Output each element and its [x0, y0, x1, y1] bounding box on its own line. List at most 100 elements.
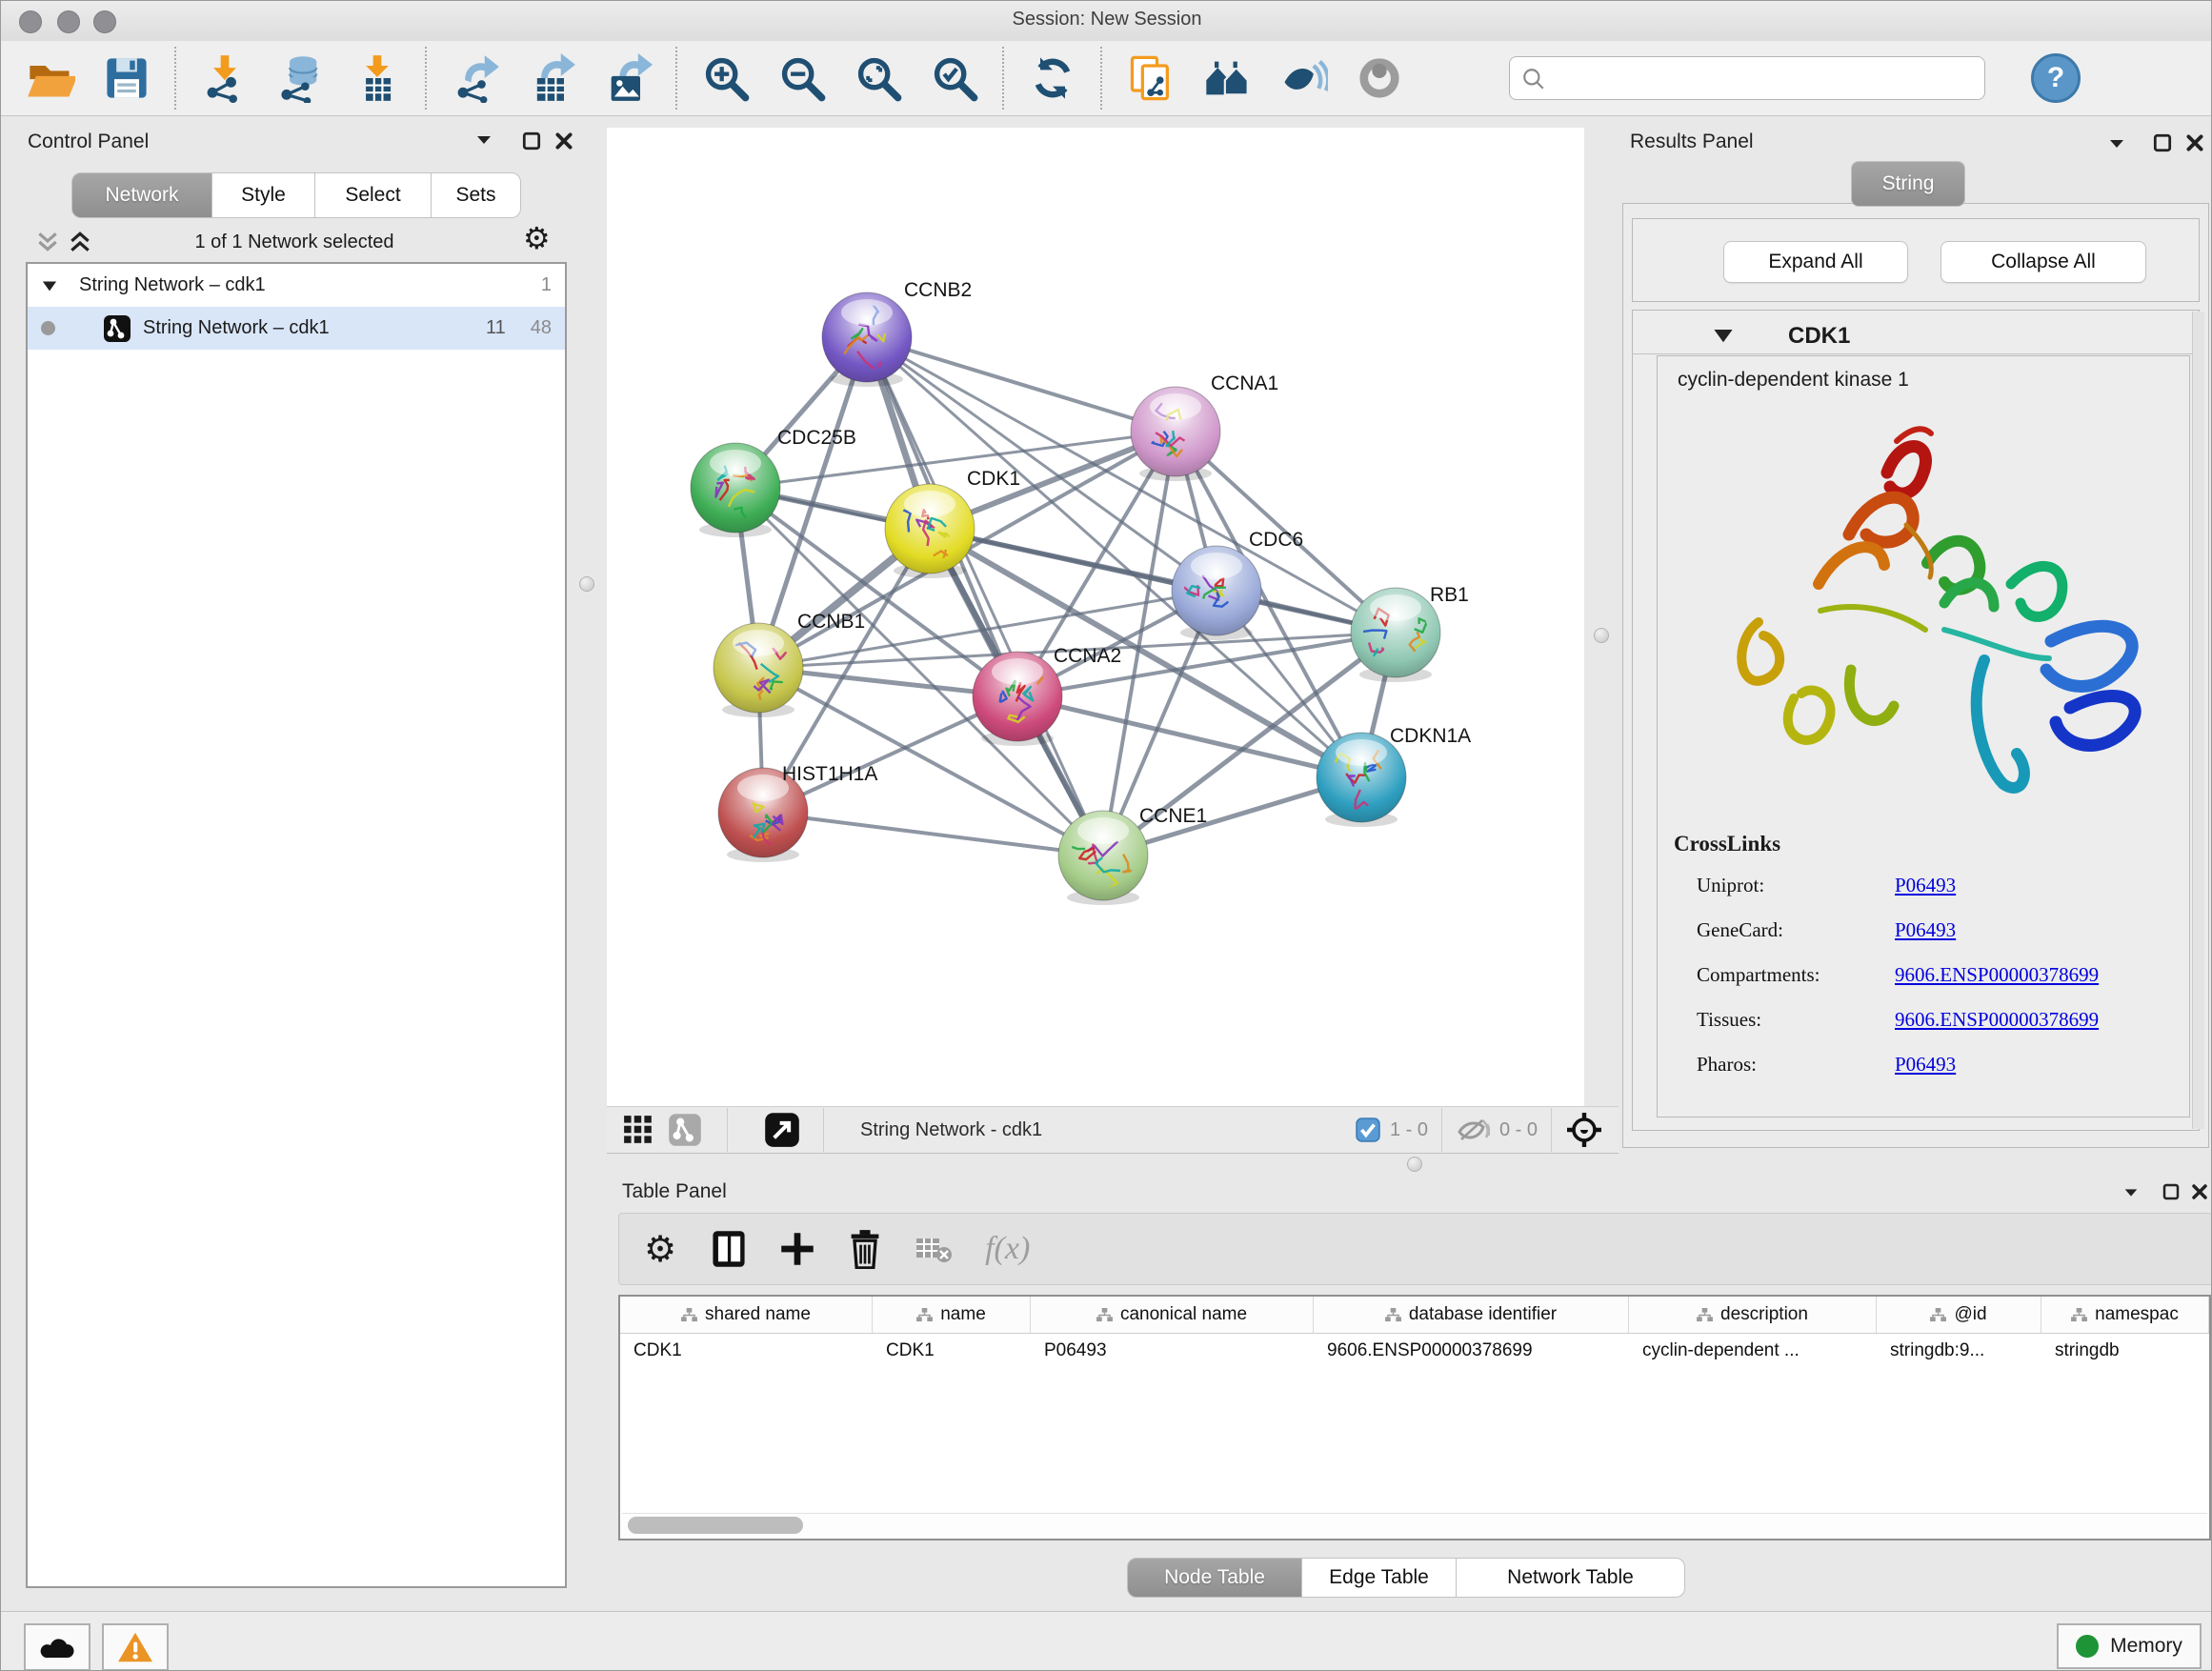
bird-eye-view-icon[interactable] — [1355, 50, 1404, 106]
collection-count: 1 — [541, 274, 552, 296]
expand-all-button[interactable]: Expand All — [1723, 241, 1908, 283]
column-header[interactable]: @id — [1877, 1297, 2041, 1333]
clone-network-icon[interactable] — [1126, 50, 1176, 106]
control-panel-float-icon[interactable] — [521, 131, 542, 156]
crosslink-value-link[interactable]: P06493 — [1895, 918, 1956, 942]
svg-text:CDK1: CDK1 — [967, 468, 1020, 490]
warnings-button[interactable] — [102, 1623, 169, 1671]
results-panel-close-icon[interactable] — [2184, 132, 2205, 158]
collapse-all-button[interactable]: Collapse All — [1941, 241, 2146, 283]
zoom-out-icon[interactable] — [777, 50, 827, 106]
table-row[interactable]: CDK1CDK1P064939606.ENSP00000378699cyclin… — [620, 1334, 2209, 1368]
table-cell[interactable]: stringdb — [2041, 1334, 2209, 1368]
results-scrollbar[interactable] — [2192, 312, 2204, 1129]
table-settings-gear-icon[interactable]: ⚙ — [644, 1228, 676, 1270]
crosslink-value-link[interactable]: 9606.ENSP00000378699 — [1895, 963, 2099, 987]
refresh-icon[interactable] — [1028, 50, 1077, 106]
column-header[interactable]: shared name — [620, 1297, 873, 1333]
hide-graphics-details-icon[interactable] — [1278, 50, 1328, 106]
network-row[interactable]: String Network – cdk1 11 48 — [28, 307, 565, 350]
table-panel-collapse-icon[interactable] — [2122, 1184, 2141, 1206]
tab-style[interactable]: Style — [212, 172, 315, 218]
protein-structure-image — [1706, 420, 2163, 820]
zoom-in-icon[interactable] — [701, 50, 751, 106]
cloud-button[interactable] — [24, 1623, 90, 1671]
selected-checkbox-icon[interactable] — [1356, 1117, 1380, 1142]
search-input[interactable] — [1552, 67, 1956, 90]
save-session-icon[interactable] — [102, 50, 151, 106]
home-networks-icon[interactable] — [1202, 50, 1252, 106]
function-builder-icon[interactable]: f(x) — [985, 1231, 1030, 1267]
table-toolbar: ⚙ f(x) — [618, 1213, 2212, 1285]
tab-network-table[interactable]: Network Table — [1457, 1558, 1685, 1598]
table-cell[interactable]: P06493 — [1031, 1334, 1314, 1368]
detach-view-icon[interactable] — [764, 1112, 800, 1148]
column-header[interactable]: name — [873, 1297, 1031, 1333]
current-network-name: String Network - cdk1 — [860, 1119, 1042, 1141]
svg-text:CCNB1: CCNB1 — [797, 611, 865, 633]
collection-expand-icon[interactable] — [41, 278, 58, 293]
tab-node-table[interactable]: Node Table — [1127, 1558, 1302, 1598]
crosslink-value-link[interactable]: 9606.ENSP00000378699 — [1895, 1008, 2099, 1032]
hidden-eye-icon[interactable] — [1456, 1116, 1490, 1144]
control-panel-close-icon[interactable] — [553, 131, 574, 156]
network-collection-row[interactable]: String Network – cdk1 1 — [28, 264, 565, 307]
tab-select[interactable]: Select — [315, 172, 432, 218]
tab-network[interactable]: Network — [71, 172, 212, 218]
table-horizontal-scrollbar[interactable] — [622, 1513, 2207, 1537]
column-header[interactable]: namespac — [2041, 1297, 2209, 1333]
crosslink-label: Uniprot: — [1697, 874, 1764, 897]
tab-edge-table[interactable]: Edge Table — [1302, 1558, 1457, 1598]
export-image-icon[interactable] — [603, 50, 653, 106]
network-canvas[interactable]: CCNB2CCNA1CDC25BCDK1CDC6RB1CCNB1CCNA2CDK… — [607, 128, 1584, 1106]
table-panel-float-icon[interactable] — [2162, 1182, 2181, 1206]
show-columns-icon[interactable] — [711, 1229, 747, 1269]
network-view-icon[interactable] — [668, 1113, 702, 1147]
divider — [1632, 353, 2200, 354]
memory-button[interactable]: Memory — [2057, 1623, 2202, 1669]
tab-string[interactable]: String — [1851, 161, 1965, 207]
import-table-file-icon[interactable] — [352, 50, 402, 106]
left-splitter-handle[interactable] — [579, 576, 594, 592]
bottom-splitter-handle[interactable] — [1407, 1157, 1422, 1172]
table-cell[interactable]: CDK1 — [620, 1334, 873, 1368]
network-node-CCNA1 — [1131, 387, 1220, 481]
zoom-selected-icon[interactable] — [930, 50, 979, 106]
export-network-icon[interactable] — [451, 50, 500, 106]
selected-node-edge-counts: 1 - 0 — [1390, 1119, 1428, 1141]
control-panel-collapse-icon[interactable] — [473, 131, 494, 154]
scrollbar-thumb[interactable] — [628, 1517, 803, 1534]
add-column-icon[interactable] — [779, 1231, 815, 1267]
results-panel-collapse-icon[interactable] — [2106, 134, 2127, 158]
table-cell[interactable]: stringdb:9... — [1877, 1334, 2041, 1368]
table-panel-close-icon[interactable] — [2190, 1182, 2209, 1206]
svg-text:RB1: RB1 — [1430, 584, 1469, 606]
column-header[interactable]: database identifier — [1314, 1297, 1629, 1333]
open-session-icon[interactable] — [26, 50, 75, 106]
column-header[interactable]: canonical name — [1031, 1297, 1314, 1333]
table-body: CDK1CDK1P064939606.ENSP00000378699cyclin… — [620, 1334, 2209, 1368]
right-splitter-handle[interactable] — [1594, 628, 1609, 643]
table-cell[interactable]: cyclin-dependent ... — [1629, 1334, 1877, 1368]
export-table-icon[interactable] — [527, 50, 576, 106]
results-panel-float-icon[interactable] — [2152, 132, 2173, 158]
footer-separator — [1551, 1108, 1552, 1152]
import-network-database-icon[interactable] — [276, 50, 326, 106]
table-cell[interactable]: 9606.ENSP00000378699 — [1314, 1334, 1629, 1368]
protein-collapse-icon[interactable] — [1712, 325, 1735, 351]
grid-view-icon[interactable] — [622, 1114, 654, 1146]
search-box[interactable] — [1509, 56, 1985, 100]
delete-column-trash-icon[interactable] — [848, 1229, 882, 1269]
table-cell[interactable]: CDK1 — [873, 1334, 1031, 1368]
network-options-gear-icon[interactable]: ⚙ — [523, 220, 551, 256]
tab-sets[interactable]: Sets — [432, 172, 521, 218]
delete-table-icon[interactable] — [915, 1234, 953, 1264]
protein-description: cyclin-dependent kinase 1 — [1678, 369, 1909, 392]
zoom-fit-icon[interactable] — [854, 50, 903, 106]
fit-content-crosshair-icon[interactable] — [1565, 1111, 1603, 1149]
crosslink-value-link[interactable]: P06493 — [1895, 874, 1956, 897]
import-network-file-icon[interactable] — [200, 50, 250, 106]
crosslink-value-link[interactable]: P06493 — [1895, 1053, 1956, 1077]
column-header[interactable]: description — [1629, 1297, 1877, 1333]
help-button[interactable]: ? — [2031, 53, 2081, 103]
